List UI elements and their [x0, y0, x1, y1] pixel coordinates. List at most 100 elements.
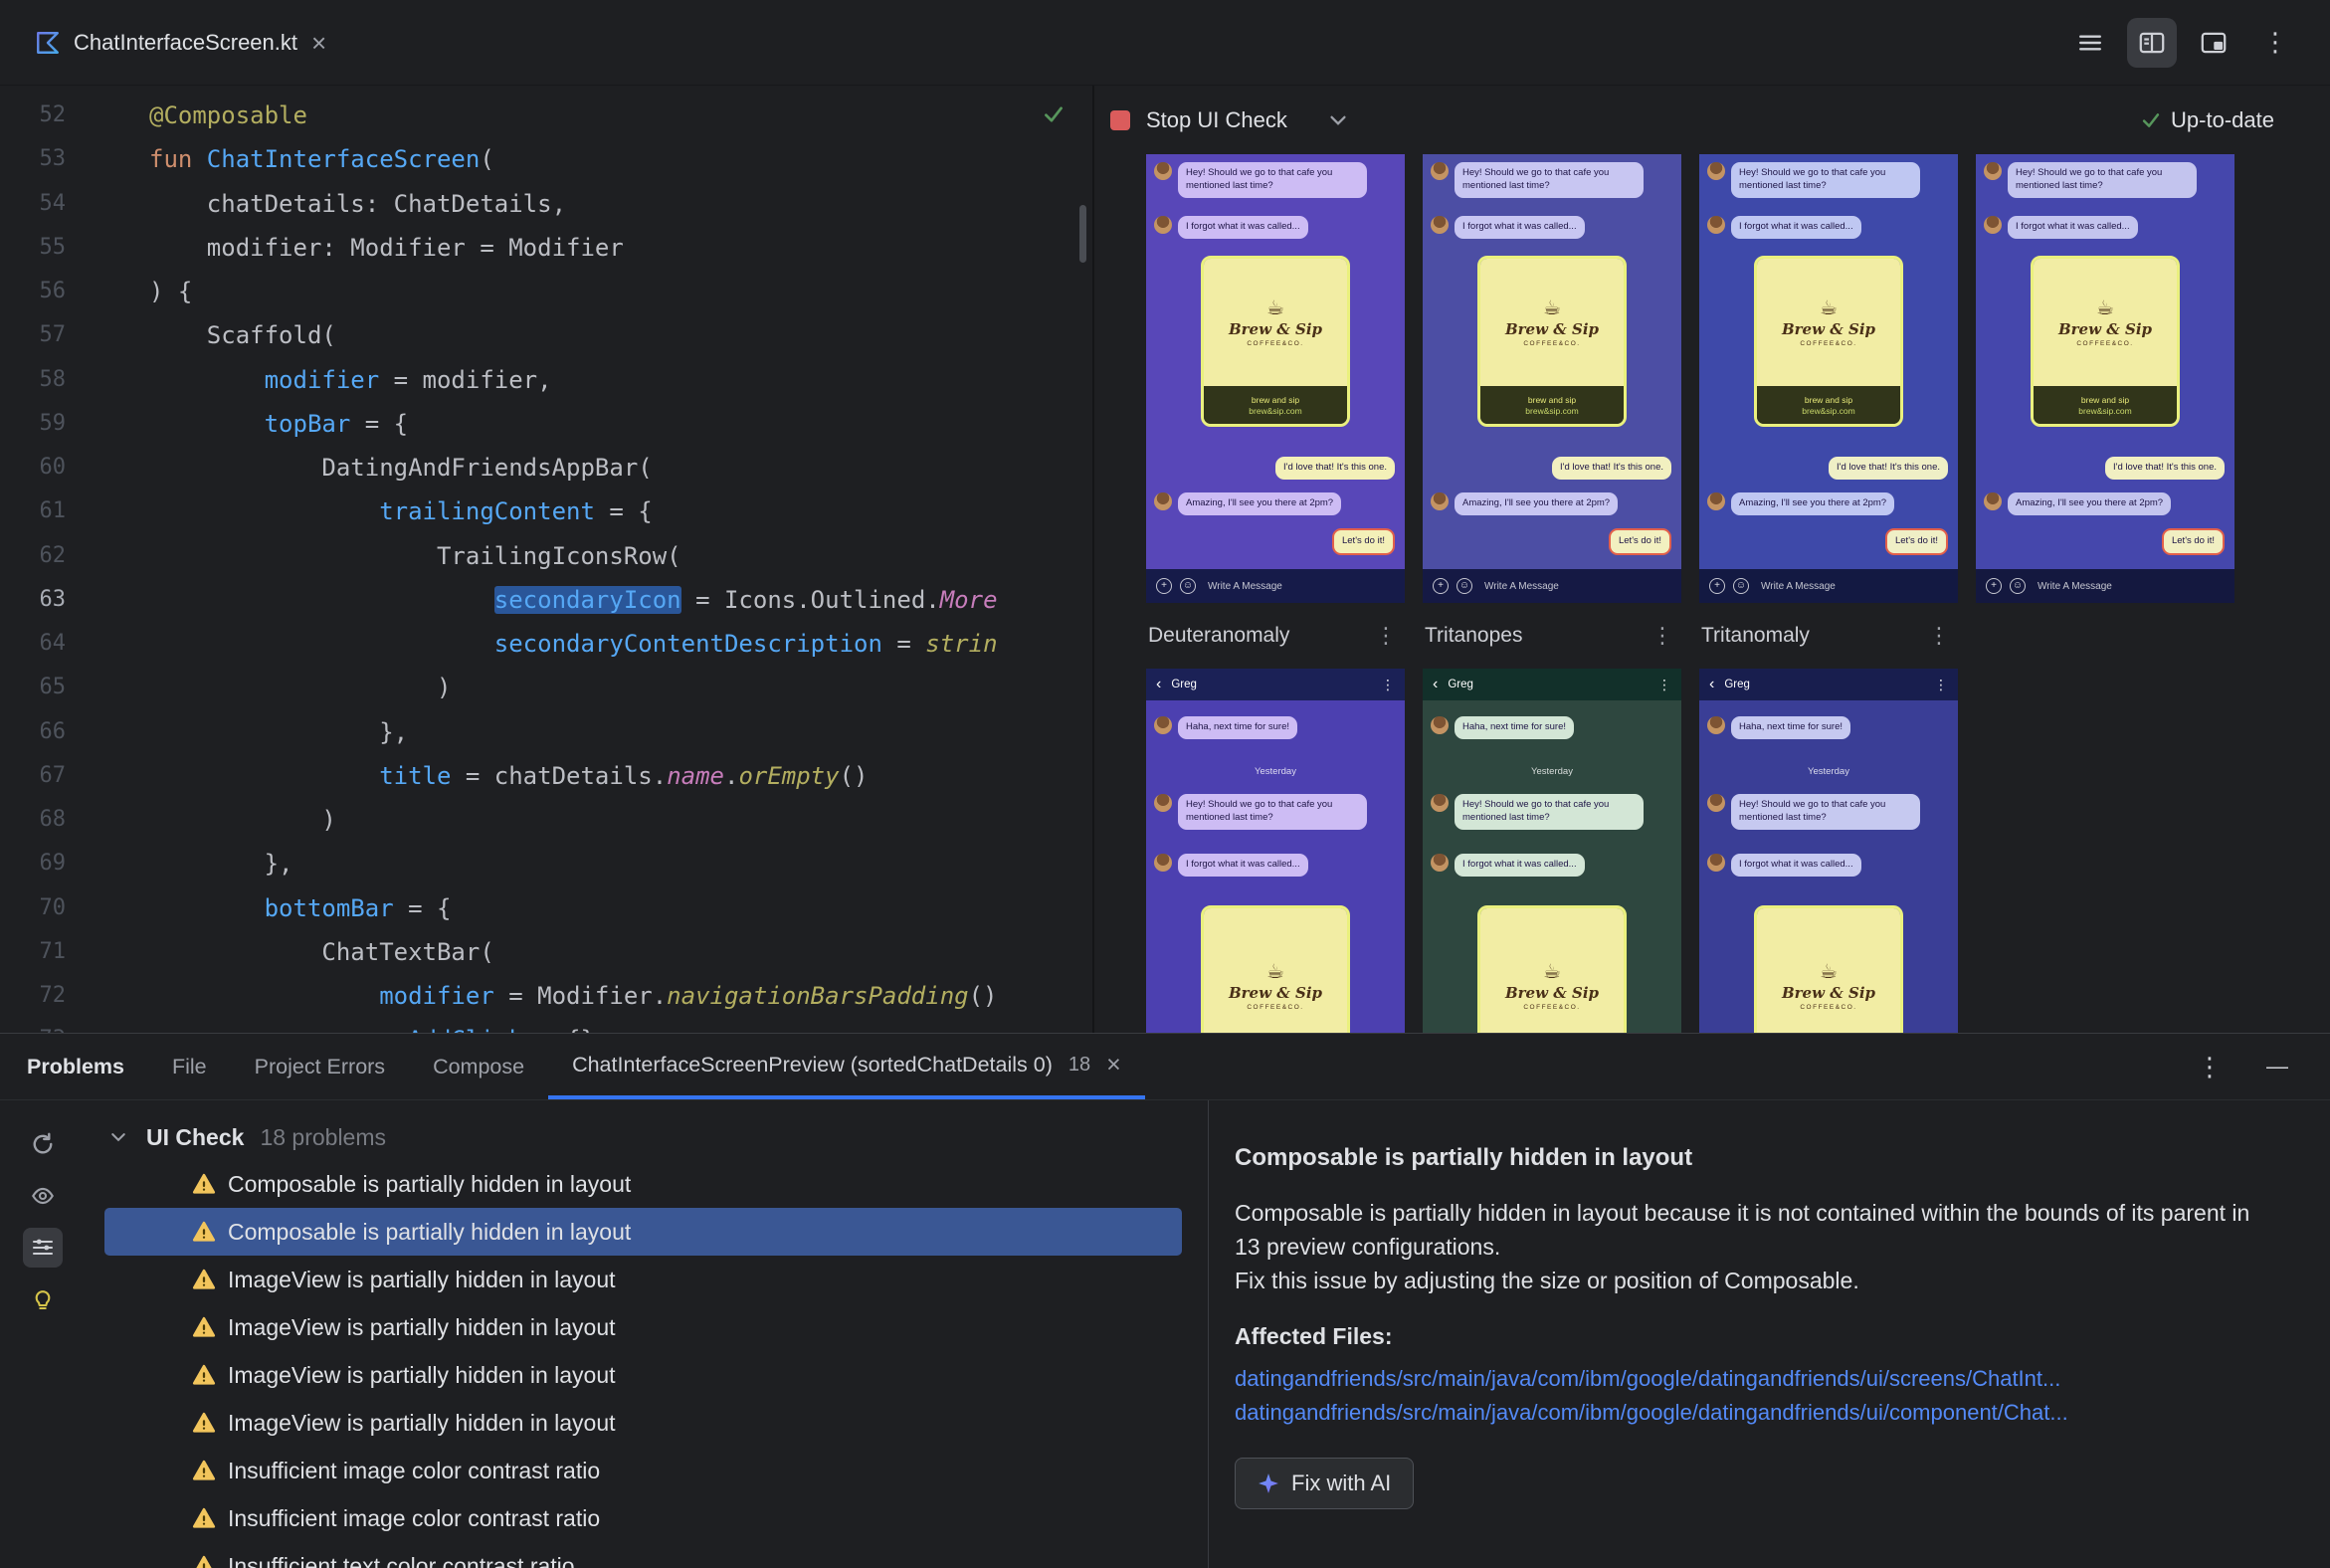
problem-item[interactable]: ImageView is partially hidden in layout	[104, 1256, 1182, 1303]
avatar	[1431, 794, 1449, 812]
problems-list: Composable is partially hidden in layout…	[0, 1160, 1208, 1568]
code-line[interactable]: 67 title = chatDetails.name.orEmpty()	[0, 754, 1092, 798]
code-line[interactable]: 72 modifier = Modifier.navigationBarsPad…	[0, 974, 1092, 1018]
code-text: )	[149, 674, 452, 702]
preview-scroll-area[interactable]: Hey! Should we go to that cafe you menti…	[1094, 154, 2330, 1033]
code-line[interactable]: 61 trailingContent = {	[0, 490, 1092, 533]
code-line[interactable]: 52 @Composable	[0, 94, 1092, 137]
preview-card[interactable]: Hey! Should we go to that cafe you menti…	[1423, 154, 1681, 603]
tab-close-icon[interactable]: ×	[311, 30, 326, 56]
code-editor[interactable]: 52 @Composable 53 fun ChatInterfaceScreen(5…	[0, 86, 1094, 1033]
problem-item[interactable]: ImageView is partially hidden in layout	[104, 1303, 1182, 1351]
avatar	[1707, 854, 1725, 872]
code-line[interactable]: 56) {	[0, 270, 1092, 313]
code-line[interactable]: 55 modifier: Modifier = Modifier	[0, 226, 1092, 270]
preview-card[interactable]: ‹ Greg ⋮ Haha, next time for sure! Yesterday…	[1699, 669, 1958, 1033]
problem-item[interactable]: Insufficient image color contrast ratio	[104, 1447, 1182, 1494]
tab-compose[interactable]: Compose	[409, 1034, 548, 1099]
group-name: UI Check	[146, 1123, 245, 1150]
problem-item[interactable]: Insufficient text color contrast ratio	[104, 1542, 1182, 1568]
tab-preview-problems[interactable]: ChatInterfaceScreenPreview (sortedChatDe…	[548, 1034, 1145, 1099]
preview-panel: Stop UI Check Up-to-date Hey! Should we …	[1094, 86, 2330, 1033]
minimize-icon[interactable]: —	[2266, 1054, 2288, 1079]
kebab-menu-icon[interactable]: ⋮	[1651, 625, 1673, 647]
code-line[interactable]: 73 onAddClick = {}	[0, 1018, 1092, 1033]
problems-group-header[interactable]: UI Check 18 problems	[85, 1114, 1208, 1160]
code-line[interactable]: 65 )	[0, 666, 1092, 709]
stop-ui-check-button[interactable]: Stop UI Check	[1146, 107, 1287, 133]
more-options-icon[interactable]: ⋮	[2250, 18, 2300, 68]
inspection-ok-icon[interactable]	[1043, 103, 1065, 130]
lightbulb-icon[interactable]	[23, 1279, 63, 1319]
split-editor-icon[interactable]	[2127, 17, 2177, 68]
kebab-menu-icon[interactable]: ⋮	[1375, 625, 1397, 647]
code-line[interactable]: 60 DatingAndFriendsAppBar(	[0, 446, 1092, 490]
preview-eye-icon[interactable]	[23, 1176, 63, 1216]
code-line[interactable]: 63 secondaryIcon = Icons.Outlined.More	[0, 578, 1092, 622]
problem-item[interactable]: ImageView is partially hidden in layout	[104, 1399, 1182, 1447]
problem-item[interactable]: ImageView is partially hidden in layout	[104, 1351, 1182, 1399]
brew-logo-subtext: COFFEE&CO.	[1247, 1003, 1304, 1011]
code-line[interactable]: 54 chatDetails: ChatDetails,	[0, 182, 1092, 226]
code-line[interactable]: 57 Scaffold(	[0, 313, 1092, 357]
message-row: Hey! Should we go to that cafe you menti…	[1431, 162, 1644, 198]
preview-row-2: ‹ Greg ⋮ Haha, next time for sure! Yesterday…	[1146, 669, 2330, 1033]
message-bubble: Amazing, I'll see you there at 2pm?	[1731, 492, 1895, 515]
editor-layout-icon[interactable]	[2189, 18, 2238, 68]
preview-card[interactable]: Hey! Should we go to that cafe you menti…	[1146, 154, 1405, 603]
code-line[interactable]: 68 )	[0, 798, 1092, 842]
tab-file[interactable]: File	[148, 1034, 231, 1099]
preview-card[interactable]: Hey! Should we go to that cafe you menti…	[1976, 154, 2234, 603]
message-row: I forgot what it was called...	[1154, 854, 1308, 877]
tab-project-errors[interactable]: Project Errors	[231, 1034, 409, 1099]
code-line[interactable]: 69 },	[0, 842, 1092, 885]
avatar	[1984, 162, 2002, 180]
code-line[interactable]: 66 },	[0, 710, 1092, 754]
refresh-icon[interactable]	[23, 1124, 63, 1164]
message-row: Hey! Should we go to that cafe you menti…	[1154, 794, 1367, 830]
code-line[interactable]: 64 secondaryContentDescription = strin	[0, 622, 1092, 666]
affected-file-link[interactable]: datingandfriends/src/main/java/com/ibm/g…	[1235, 1362, 2270, 1396]
more-options-icon[interactable]: ⋮	[2197, 1052, 2223, 1082]
message-bubble: Amazing, I'll see you there at 2pm?	[1178, 492, 1342, 515]
problem-text: ImageView is partially hidden in layout	[228, 1409, 616, 1436]
menu-lines-icon[interactable]	[2065, 18, 2115, 68]
code-line[interactable]: 59 topBar = {	[0, 402, 1092, 446]
avatar	[1707, 716, 1725, 734]
kebab-menu-icon[interactable]: ⋮	[1928, 625, 1950, 647]
preview-card[interactable]: ‹ Greg ⋮ Haha, next time for sure! Yesterday…	[1423, 669, 1681, 1033]
problem-text: Insufficient image color contrast ratio	[228, 1504, 601, 1531]
brew-link-strip: brew and sip brew&sip.com	[1757, 386, 1900, 424]
chevron-down-icon[interactable]	[1329, 114, 1347, 126]
code-line[interactable]: 53 fun ChatInterfaceScreen(	[0, 137, 1092, 181]
avatar	[1431, 162, 1449, 180]
write-message-placeholder: Write A Message	[1484, 580, 1559, 592]
chevron-down-icon[interactable]	[110, 1131, 126, 1143]
editor-tab[interactable]: ChatInterfaceScreen.kt ×	[18, 0, 344, 85]
code-line[interactable]: 71 ChatTextBar(	[0, 930, 1092, 974]
brew-sip-card: ☕Brew & SipCOFFEE&CO. brew and sipbrew&si…	[1201, 256, 1350, 427]
problem-item[interactable]: Composable is partially hidden in layout	[104, 1208, 1182, 1256]
tab-close-icon[interactable]: ×	[1106, 1052, 1121, 1078]
view-options-icon[interactable]	[22, 1228, 63, 1268]
code-line[interactable]: 58 modifier = modifier,	[0, 358, 1092, 402]
code-text: modifier: Modifier = Modifier	[149, 233, 624, 262]
message-bubble: I'd love that! It's this one.	[1275, 457, 1395, 480]
message-bubble: I'd love that! It's this one.	[2105, 457, 2225, 480]
fix-with-ai-button[interactable]: Fix with AI	[1235, 1458, 1415, 1509]
affected-file-link[interactable]: datingandfriends/src/main/java/com/ibm/g…	[1235, 1396, 2270, 1430]
problem-item[interactable]: Insufficient image color contrast ratio	[104, 1494, 1182, 1542]
message-bubble: Hey! Should we go to that cafe you menti…	[1455, 794, 1644, 830]
tool-window-title[interactable]: Problems	[27, 1034, 148, 1099]
message-bubble: I forgot what it was called...	[1178, 216, 1308, 239]
preview-card[interactable]: Hey! Should we go to that cafe you menti…	[1699, 154, 1958, 603]
brew-logo-subtext: COFFEE&CO.	[2076, 339, 2134, 347]
preview-card[interactable]: ‹ Greg ⋮ Haha, next time for sure! Yesterday…	[1146, 669, 1405, 1033]
editor-scrollbar[interactable]	[1079, 205, 1086, 263]
code-line[interactable]: 70 bottomBar = {	[0, 886, 1092, 930]
stop-icon[interactable]	[1110, 109, 1130, 130]
problems-tab-actions: ⋮ —	[2197, 1034, 2330, 1099]
message-bubble: Hey! Should we go to that cafe you menti…	[1178, 794, 1367, 830]
problem-item[interactable]: Composable is partially hidden in layout	[104, 1160, 1182, 1208]
code-line[interactable]: 62 TrailingIconsRow(	[0, 534, 1092, 578]
